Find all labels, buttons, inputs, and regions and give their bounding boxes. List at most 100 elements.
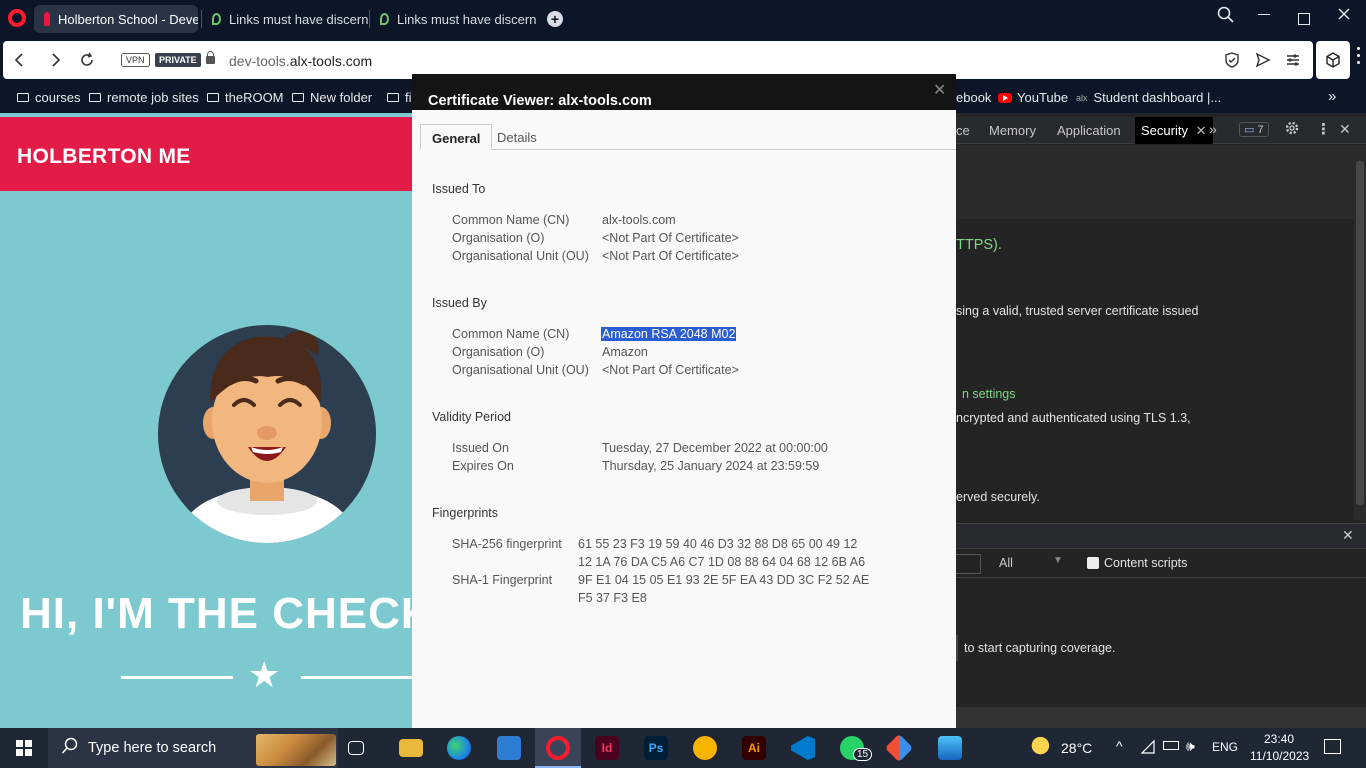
- opera-logo-icon[interactable]: [8, 9, 26, 27]
- weather-temp[interactable]: 28°C: [1061, 740, 1092, 756]
- field-label: Common Name (CN): [452, 327, 570, 341]
- tab-security-label: Security: [1141, 123, 1188, 138]
- weather-icon[interactable]: [1030, 736, 1056, 760]
- bookmark-student-dashboard[interactable]: alx Student dashboard |...: [1076, 90, 1221, 105]
- store-icon[interactable]: [497, 736, 521, 760]
- brave-vpn-icon[interactable]: [693, 736, 717, 760]
- alx-icon: alx: [1076, 92, 1088, 103]
- reload-icon[interactable]: [79, 51, 95, 72]
- close-drawer-icon[interactable]: ✕: [1342, 527, 1354, 544]
- battery-icon[interactable]: [1163, 741, 1179, 750]
- tab-links-1[interactable]: Links must have discernib: [202, 5, 368, 33]
- tab-details[interactable]: Details: [486, 124, 548, 150]
- field-value: <Not Part Of Certificate>: [602, 249, 739, 263]
- bookmark-label: ebook: [956, 90, 992, 105]
- selected-field-value[interactable]: Amazon RSA 2048 M02: [601, 327, 737, 341]
- content-scripts-label: Content scripts: [1104, 556, 1188, 570]
- shield-icon[interactable]: [1224, 51, 1240, 73]
- minimize-icon[interactable]: [1258, 14, 1270, 15]
- start-button-icon[interactable]: [16, 740, 32, 756]
- field-value: alx-tools.com: [602, 213, 676, 227]
- clock-date[interactable]: 11/10/2023: [1250, 749, 1309, 763]
- drawer-header: ✕: [956, 523, 1366, 549]
- dropdown-arrow-icon[interactable]: ▼: [1053, 555, 1063, 566]
- language-indicator[interactable]: ENG: [1212, 740, 1238, 754]
- lock-icon[interactable]: [206, 51, 215, 64]
- bookmark-facebook[interactable]: ebook: [956, 90, 991, 105]
- field-label: SHA-256 fingerprint: [452, 537, 562, 551]
- security-overview-header: [956, 145, 1356, 219]
- notifications-icon[interactable]: [1324, 739, 1341, 754]
- indesign-icon[interactable]: Id: [595, 736, 619, 760]
- tab-title: Holberton School - Devel: [58, 11, 198, 27]
- bookmark-new-folder[interactable]: New folder: [292, 90, 372, 105]
- vscode-icon[interactable]: [791, 736, 815, 760]
- photoshop-icon[interactable]: Ps: [644, 736, 668, 760]
- folder-icon: [17, 93, 29, 102]
- vpn-badge[interactable]: VPN: [121, 53, 150, 67]
- send-icon[interactable]: [1255, 51, 1271, 73]
- bookmark-courses[interactable]: courses: [17, 90, 81, 105]
- extensions-icon[interactable]: [1316, 41, 1350, 79]
- hero-heading: HI, I'M THE CHECKER: [20, 589, 412, 638]
- opera-icon[interactable]: [546, 736, 570, 760]
- bookmark-theroom[interactable]: theROOM: [207, 90, 284, 105]
- web-page: HOLBERTON ME HI, I'M THE CHECKER ★: [0, 113, 412, 728]
- volume-icon[interactable]: 🕪: [1186, 738, 1195, 755]
- close-window-icon[interactable]: [1336, 6, 1352, 27]
- fingerprints-heading: Fingerprints: [432, 506, 498, 520]
- forward-icon[interactable]: [49, 51, 63, 72]
- tab-links-2[interactable]: Links must have discernib: [370, 5, 536, 33]
- search-tabs-icon[interactable]: [1217, 6, 1235, 29]
- bookmark-label: remote job sites: [107, 90, 199, 105]
- settings-gear-icon[interactable]: [1284, 120, 1300, 139]
- more-tabs-icon[interactable]: »: [1209, 121, 1217, 137]
- reload-coverage-button[interactable]: [956, 635, 958, 661]
- tab-memory[interactable]: Memory: [989, 123, 1036, 138]
- more-options-icon[interactable]: ⋮: [1316, 120, 1331, 138]
- devtools-tabs: ce Memory Application Security ✕ » ▭ 7 ⋮…: [956, 117, 1366, 144]
- content-scripts-checkbox[interactable]: [1087, 557, 1099, 569]
- field-label: Common Name (CN): [452, 213, 570, 227]
- easy-setup-icon[interactable]: [1285, 51, 1301, 73]
- more-menu-icon[interactable]: [1357, 47, 1360, 73]
- url-filter-input[interactable]: [956, 554, 981, 574]
- back-icon[interactable]: [13, 51, 27, 72]
- file-explorer-icon[interactable]: [399, 739, 423, 757]
- field-value: Thursday, 25 January 2024 at 23:59:59: [602, 459, 820, 473]
- connection-settings-heading[interactable]: n settings: [962, 387, 1016, 401]
- close-dialog-icon[interactable]: ✕: [933, 80, 946, 100]
- task-view-icon[interactable]: [348, 741, 364, 755]
- tab-general[interactable]: General: [420, 124, 493, 150]
- issues-count: 7: [1257, 124, 1264, 136]
- brand-title[interactable]: HOLBERTON ME: [17, 145, 191, 169]
- tab-holberton[interactable]: Holberton School - Devel: [34, 5, 198, 33]
- tab-security[interactable]: Security ✕: [1135, 117, 1213, 144]
- restore-icon[interactable]: [1298, 13, 1310, 25]
- illustrator-icon[interactable]: Ai: [742, 736, 766, 760]
- close-tab-icon[interactable]: ✕: [1196, 123, 1207, 138]
- edge-icon[interactable]: [447, 736, 471, 760]
- network-icon[interactable]: [1140, 739, 1156, 758]
- scrollbar-thumb[interactable]: [1356, 161, 1364, 505]
- issues-badge[interactable]: ▭ 7: [1239, 122, 1269, 137]
- search-highlight-image[interactable]: [256, 734, 336, 766]
- bookmark-label: YouTube: [1017, 90, 1069, 105]
- url-text[interactable]: dev-tools.alx-tools.com: [229, 53, 372, 69]
- divider-line: [121, 676, 233, 679]
- bookmark-label: New folder: [310, 90, 373, 105]
- new-tab-button[interactable]: +: [547, 11, 563, 27]
- clock-time[interactable]: 23:40: [1264, 732, 1294, 746]
- close-devtools-icon[interactable]: ✕: [1339, 121, 1351, 138]
- bookmark-remote-job-sites[interactable]: remote job sites: [89, 90, 199, 105]
- photos-icon[interactable]: [938, 736, 962, 760]
- tab-performance[interactable]: ce: [956, 123, 970, 138]
- field-label: Organisation (O): [452, 231, 545, 245]
- bookmark-youtube[interactable]: YouTube: [998, 90, 1068, 105]
- git-tool-icon[interactable]: [884, 733, 914, 763]
- tab-application[interactable]: Application: [1057, 123, 1121, 138]
- show-hidden-icons-icon[interactable]: ^: [1116, 738, 1123, 754]
- type-filter-select[interactable]: All: [999, 556, 1013, 570]
- coverage-toolbar: All ▼ Content scripts: [956, 550, 1366, 578]
- more-bookmarks-icon[interactable]: »: [1328, 88, 1336, 105]
